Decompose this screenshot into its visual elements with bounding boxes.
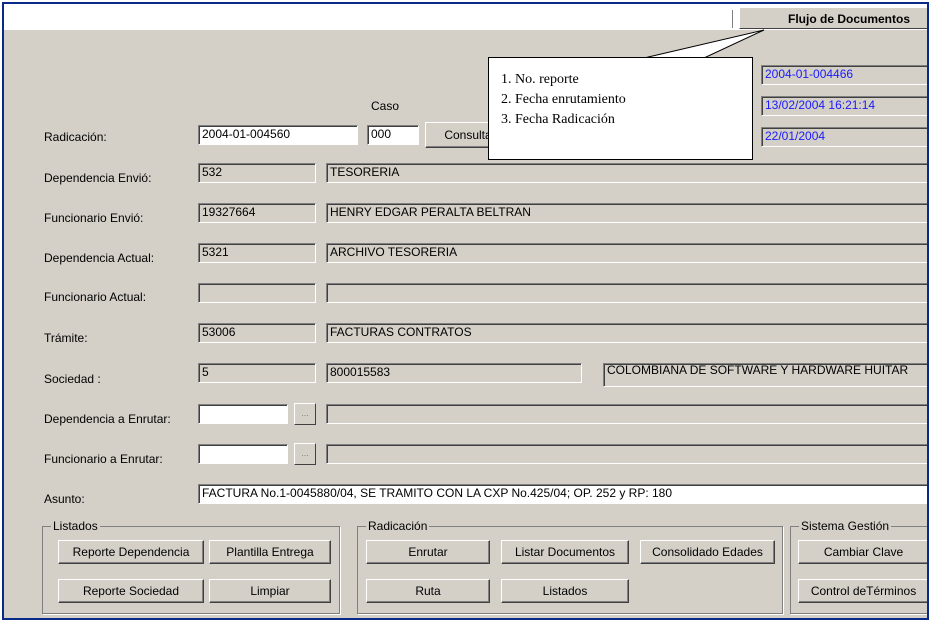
funcionario-enrutar-name — [326, 444, 927, 464]
funcionario-envio-code: 19327664 — [198, 203, 316, 223]
callout-box: 1. No. reporte 2. Fecha enrutamiento 3. … — [488, 57, 753, 160]
reporte-sociedad-button[interactable]: Reporte Sociedad — [58, 579, 204, 603]
funcionario-actual-code — [198, 283, 316, 303]
funcionario-enrutar-label: Funcionario a Enrutar: — [44, 452, 163, 466]
callout-line-2: 2. Fecha enrutamiento — [501, 92, 626, 107]
consolidado-edades-button[interactable]: Consolidado Edades — [640, 540, 775, 564]
sociedad-nit: 800015583 — [326, 363, 582, 383]
dependencia-enrutar-browse-button[interactable]: ... — [294, 403, 316, 425]
callout-line-1: 1. No. reporte — [501, 72, 579, 87]
tramite-name: FACTURAS CONTRATOS — [326, 323, 927, 343]
enrutar-button[interactable]: Enrutar — [366, 540, 490, 564]
ruta-button[interactable]: Ruta — [366, 579, 490, 603]
dependencia-envio-name: TESORERIA — [326, 163, 927, 183]
tramite-label: Trámite: — [44, 331, 88, 345]
control-terminos-button[interactable]: Control deTérminos — [798, 579, 927, 603]
sistema-gestion-group-title: Sistema Gestión — [799, 519, 892, 533]
sociedad-label: Sociedad : — [44, 372, 101, 386]
radicacion-group-title: Radicación — [366, 519, 430, 533]
asunto-label: Asunto: — [44, 492, 85, 506]
funcionario-actual-name — [326, 283, 927, 303]
cambiar-clave-button[interactable]: Cambiar Clave — [798, 540, 927, 564]
dependencia-envio-code: 532 — [198, 163, 316, 183]
dependencia-enrutar-input[interactable] — [198, 404, 288, 424]
sociedad-code: 5 — [198, 363, 316, 383]
funcionario-actual-label: Funcionario Actual: — [44, 290, 147, 304]
dependencia-enrutar-label: Dependencia a Enrutar: — [44, 412, 171, 426]
funcionario-envio-name: HENRY EDGAR PERALTA BELTRAN — [326, 203, 927, 223]
listados-group-title: Listados — [51, 519, 100, 533]
dependencia-actual-name: ARCHIVO TESORERIA — [326, 243, 927, 263]
dependencia-enrutar-name — [326, 404, 927, 424]
callout-pointer — [643, 29, 765, 59]
dependencia-envio-label: Dependencia Envió: — [44, 171, 152, 185]
main-window: Flujo de Documentos Caso Radicación: 200… — [2, 2, 929, 620]
sociedad-name: COLOMBIANA DE SOFTWARE Y HARDWARE HUITAR — [603, 363, 927, 387]
listados-button[interactable]: Listados — [501, 579, 629, 603]
asunto-input[interactable]: FACTURA No.1-0045880/04, SE TRAMITO CON … — [198, 484, 927, 504]
dependencia-actual-code: 5321 — [198, 243, 316, 263]
funcionario-enrutar-browse-button[interactable]: ... — [294, 443, 316, 465]
funcionario-envio-label: Funcionario Envió: — [44, 211, 144, 225]
tramite-code: 53006 — [198, 323, 316, 343]
listar-documentos-button[interactable]: Listar Documentos — [501, 540, 629, 564]
funcionario-enrutar-input[interactable] — [198, 444, 288, 464]
limpiar-button[interactable]: Limpiar — [209, 579, 331, 603]
reporte-dependencia-button[interactable]: Reporte Dependencia — [58, 540, 204, 564]
dependencia-actual-label: Dependencia Actual: — [44, 251, 155, 265]
callout-line-3: 3. Fecha Radicación — [501, 112, 615, 127]
plantilla-entrega-button[interactable]: Plantilla Entrega — [209, 540, 331, 564]
